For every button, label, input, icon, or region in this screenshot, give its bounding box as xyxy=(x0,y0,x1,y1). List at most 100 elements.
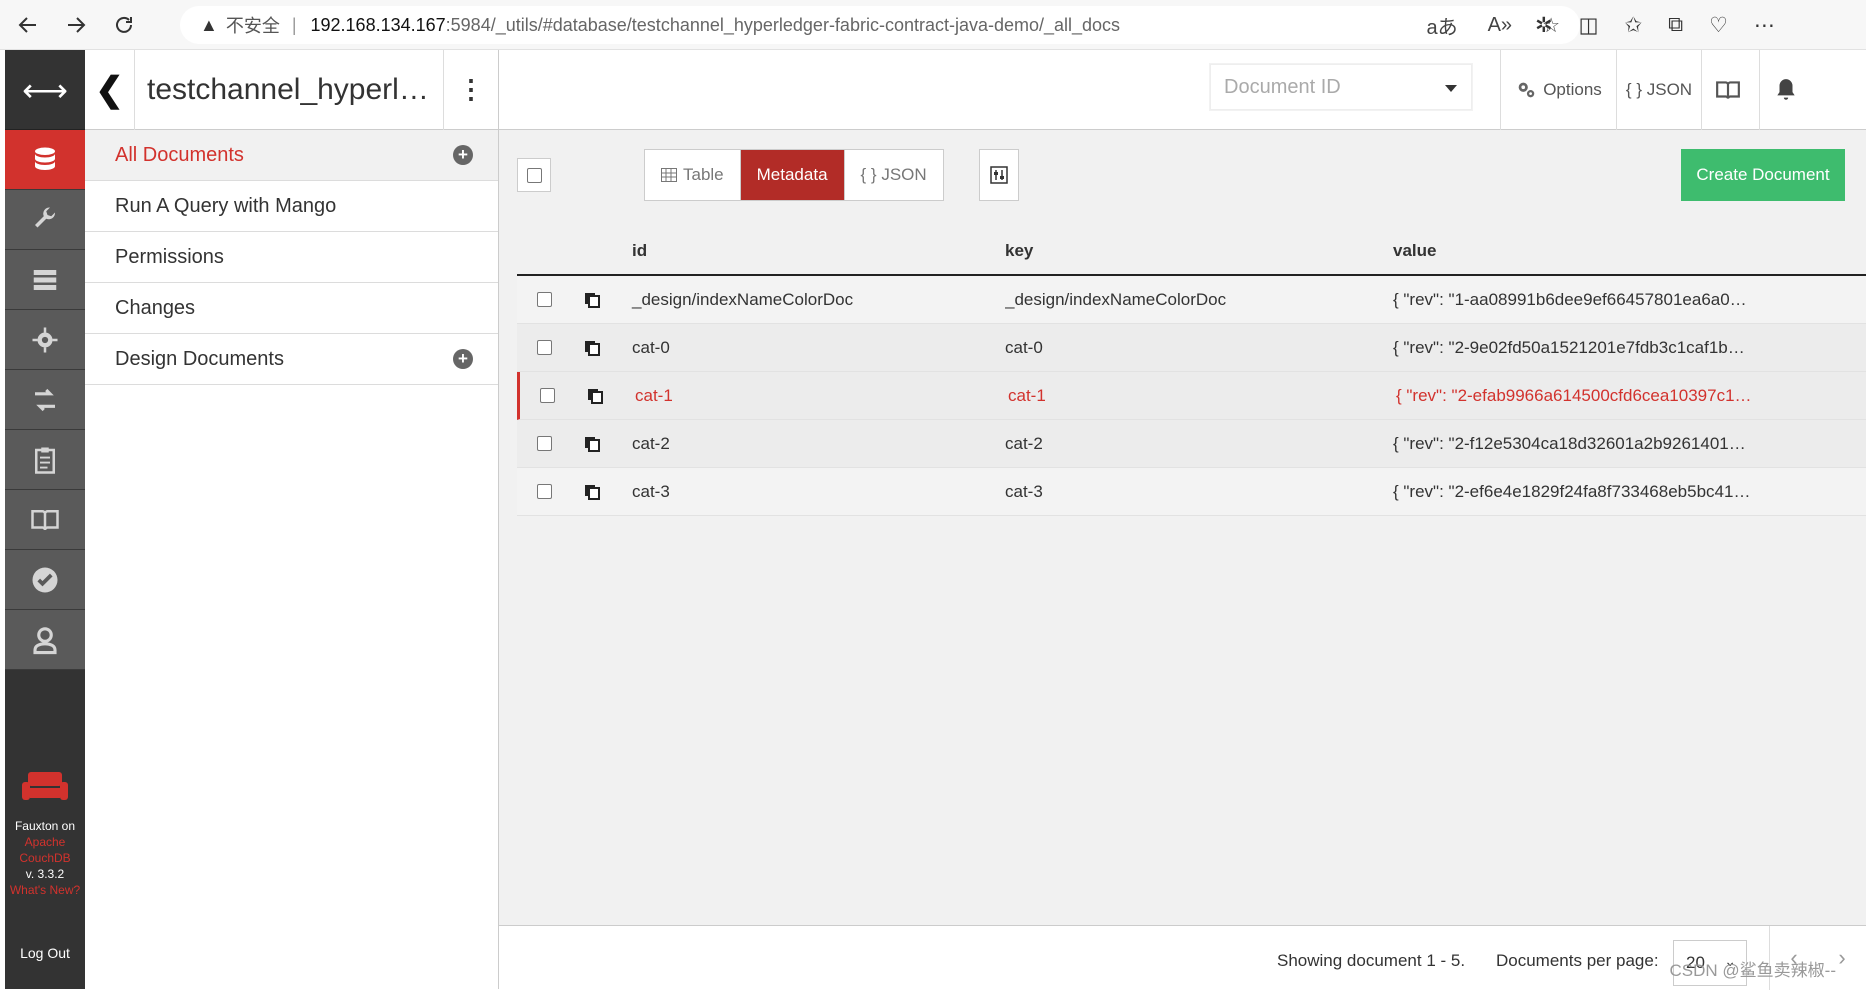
clipboard-icon[interactable] xyxy=(5,430,85,490)
warning-icon: ▲ xyxy=(200,14,218,35)
book-icon xyxy=(1715,81,1740,99)
logo-line1: Fauxton on xyxy=(14,819,76,833)
favorites-icon[interactable]: ✩ xyxy=(1624,13,1642,38)
verify-checkmark-icon[interactable] xyxy=(5,550,85,610)
nav-changes[interactable]: Changes xyxy=(85,283,498,334)
apache-link[interactable]: Apache xyxy=(5,834,85,850)
cell-id: _design/indexNameColorDoc xyxy=(632,289,854,309)
gear-icon[interactable] xyxy=(5,310,85,370)
split-screen-icon[interactable]: ◫ xyxy=(1579,13,1599,38)
couchdb-link[interactable]: CouchDB xyxy=(5,850,85,866)
browser-health-icon[interactable]: ♡ xyxy=(1709,13,1728,38)
documents-panel: Table Metadata { } JSON Create Document … xyxy=(499,130,1866,925)
nav-design-documents[interactable]: Design Documents + xyxy=(85,334,498,385)
row-checkbox[interactable] xyxy=(536,340,552,355)
table-row[interactable]: cat-3 cat-3 { "rev": "2-ef6e4e1829f24fa8… xyxy=(517,468,1866,516)
wrench-icon[interactable] xyxy=(5,190,85,250)
collections-icon[interactable]: ⧉ xyxy=(1668,13,1683,37)
cell-key: cat-2 xyxy=(1005,433,1043,453)
showing-documents-label: Showing document 1 - 5. xyxy=(1277,951,1466,970)
reload-icon[interactable] xyxy=(104,5,144,45)
logout-link[interactable]: Log Out xyxy=(5,945,85,961)
options-label: Options xyxy=(1543,80,1602,99)
document-id-search[interactable]: Document ID xyxy=(1210,64,1472,110)
more-menu-icon[interactable]: ⋯ xyxy=(1754,13,1775,38)
cell-value: { "rev": "2-f12e5304ca18d32601a2b9261401… xyxy=(1393,433,1746,453)
row-checkbox[interactable] xyxy=(539,388,555,403)
per-page-label: Documents per page: xyxy=(1496,951,1659,970)
nav-label: All Documents xyxy=(115,143,244,166)
nav-run-query-mango[interactable]: Run A Query with Mango xyxy=(85,181,498,232)
cell-id: cat-3 xyxy=(632,481,670,501)
table-grid-icon xyxy=(661,168,677,182)
options-button[interactable]: Options xyxy=(1500,50,1616,130)
table-header: id key value xyxy=(517,228,1866,276)
table-row[interactable]: cat-2 cat-2 { "rev": "2-f12e5304ca18d326… xyxy=(517,420,1866,468)
copy-doc-icon[interactable] xyxy=(567,436,617,452)
expand-sidebar-icon[interactable]: ⟷ xyxy=(5,50,85,130)
cell-value: { "rev": "2-efab9966a614500cfd6cea10397c… xyxy=(1396,385,1752,405)
document-id-placeholder: Document ID xyxy=(1224,75,1341,98)
top-header: Document ID Options { } JSON xyxy=(499,50,1866,130)
nav-label: Run A Query with Mango xyxy=(115,194,337,217)
database-sub-nav: All Documents + Run A Query with Mango P… xyxy=(85,130,499,989)
table-row-selected[interactable]: cat-1 cat-1 { "rev": "2-efab9966a614500c… xyxy=(517,372,1866,420)
api-json-label: { } JSON xyxy=(1625,80,1693,99)
nav-all-documents[interactable]: All Documents + xyxy=(85,130,498,181)
back-chevron-icon[interactable]: ❮ xyxy=(85,49,135,130)
add-design-doc-plus-icon[interactable]: + xyxy=(453,349,473,369)
user-icon[interactable] xyxy=(5,610,85,670)
json-view-label: { } JSON xyxy=(860,165,927,184)
table-row[interactable]: cat-0 cat-0 { "rev": "2-9e02fd50a1521201… xyxy=(517,324,1866,372)
cell-value: { "rev": "2-9e02fd50a1521201e7fdb3c1caf1… xyxy=(1393,337,1745,357)
column-settings-button[interactable] xyxy=(979,149,1019,201)
url-path: :5984/_utils/#database/testchannel_hyper… xyxy=(445,14,1121,35)
api-json-button[interactable]: { } JSON xyxy=(1616,50,1701,130)
read-aloud-icon[interactable]: A» xyxy=(1488,14,1512,37)
create-document-button[interactable]: Create Document xyxy=(1681,149,1845,201)
cell-value: { "rev": "1-aa08991b6dee9ef66457801ea6a0… xyxy=(1393,289,1747,309)
row-checkbox[interactable] xyxy=(536,292,552,307)
cell-key: _design/indexNameColorDoc xyxy=(1005,289,1227,309)
checkbox-box xyxy=(526,167,542,183)
translate-icon[interactable]: aあ xyxy=(1426,11,1457,40)
whats-new-link[interactable]: What's New? xyxy=(5,882,85,898)
address-bar[interactable]: ▲ 不安全 | 192.168.134.167 :5984/_utils/#da… xyxy=(180,6,1580,44)
copy-doc-icon[interactable] xyxy=(567,340,617,356)
extensions-icon[interactable]: ✲ xyxy=(1535,13,1553,38)
version-label: v. 3.3.2 xyxy=(25,867,65,881)
table-view-button[interactable]: Table xyxy=(645,150,740,200)
documents-table: id key value _design/indexNameColorDoc _… xyxy=(517,228,1866,516)
next-page-icon[interactable]: › xyxy=(1838,945,1845,971)
docs-book-button[interactable] xyxy=(1701,50,1759,130)
nav-label: Permissions xyxy=(115,245,224,268)
database-menu-icon[interactable]: ⋮ xyxy=(443,49,498,130)
row-checkbox[interactable] xyxy=(536,436,552,451)
insecure-label: 不安全 xyxy=(225,16,280,36)
databases-icon[interactable] xyxy=(5,130,85,190)
metadata-view-button[interactable]: Metadata xyxy=(739,150,845,200)
copy-doc-icon[interactable] xyxy=(567,292,617,308)
forward-arrow-icon[interactable] xyxy=(56,5,96,45)
url-host: 192.168.134.167 xyxy=(310,14,446,35)
copy-doc-icon[interactable] xyxy=(567,484,617,500)
replication-icon[interactable] xyxy=(5,370,85,430)
column-header-value: value xyxy=(1393,241,1437,260)
select-all-checkbox[interactable] xyxy=(517,158,551,192)
sliders-icon xyxy=(990,166,1008,184)
documentation-book-icon[interactable] xyxy=(5,490,85,550)
column-header-key: key xyxy=(1005,241,1034,260)
notifications-button[interactable] xyxy=(1759,50,1817,130)
nav-permissions[interactable]: Permissions xyxy=(85,232,498,283)
copy-doc-icon[interactable] xyxy=(570,388,620,404)
gears-icon xyxy=(1518,82,1535,98)
back-arrow-icon[interactable] xyxy=(8,5,48,45)
row-checkbox[interactable] xyxy=(536,484,552,499)
add-document-plus-icon[interactable]: + xyxy=(453,145,473,165)
server-icon[interactable] xyxy=(5,250,85,310)
cell-id: cat-2 xyxy=(632,433,670,453)
json-view-button[interactable]: { } JSON xyxy=(845,150,943,200)
column-header-id: id xyxy=(632,241,648,260)
bell-icon xyxy=(1776,79,1795,100)
table-row[interactable]: _design/indexNameColorDoc _design/indexN… xyxy=(517,276,1866,324)
